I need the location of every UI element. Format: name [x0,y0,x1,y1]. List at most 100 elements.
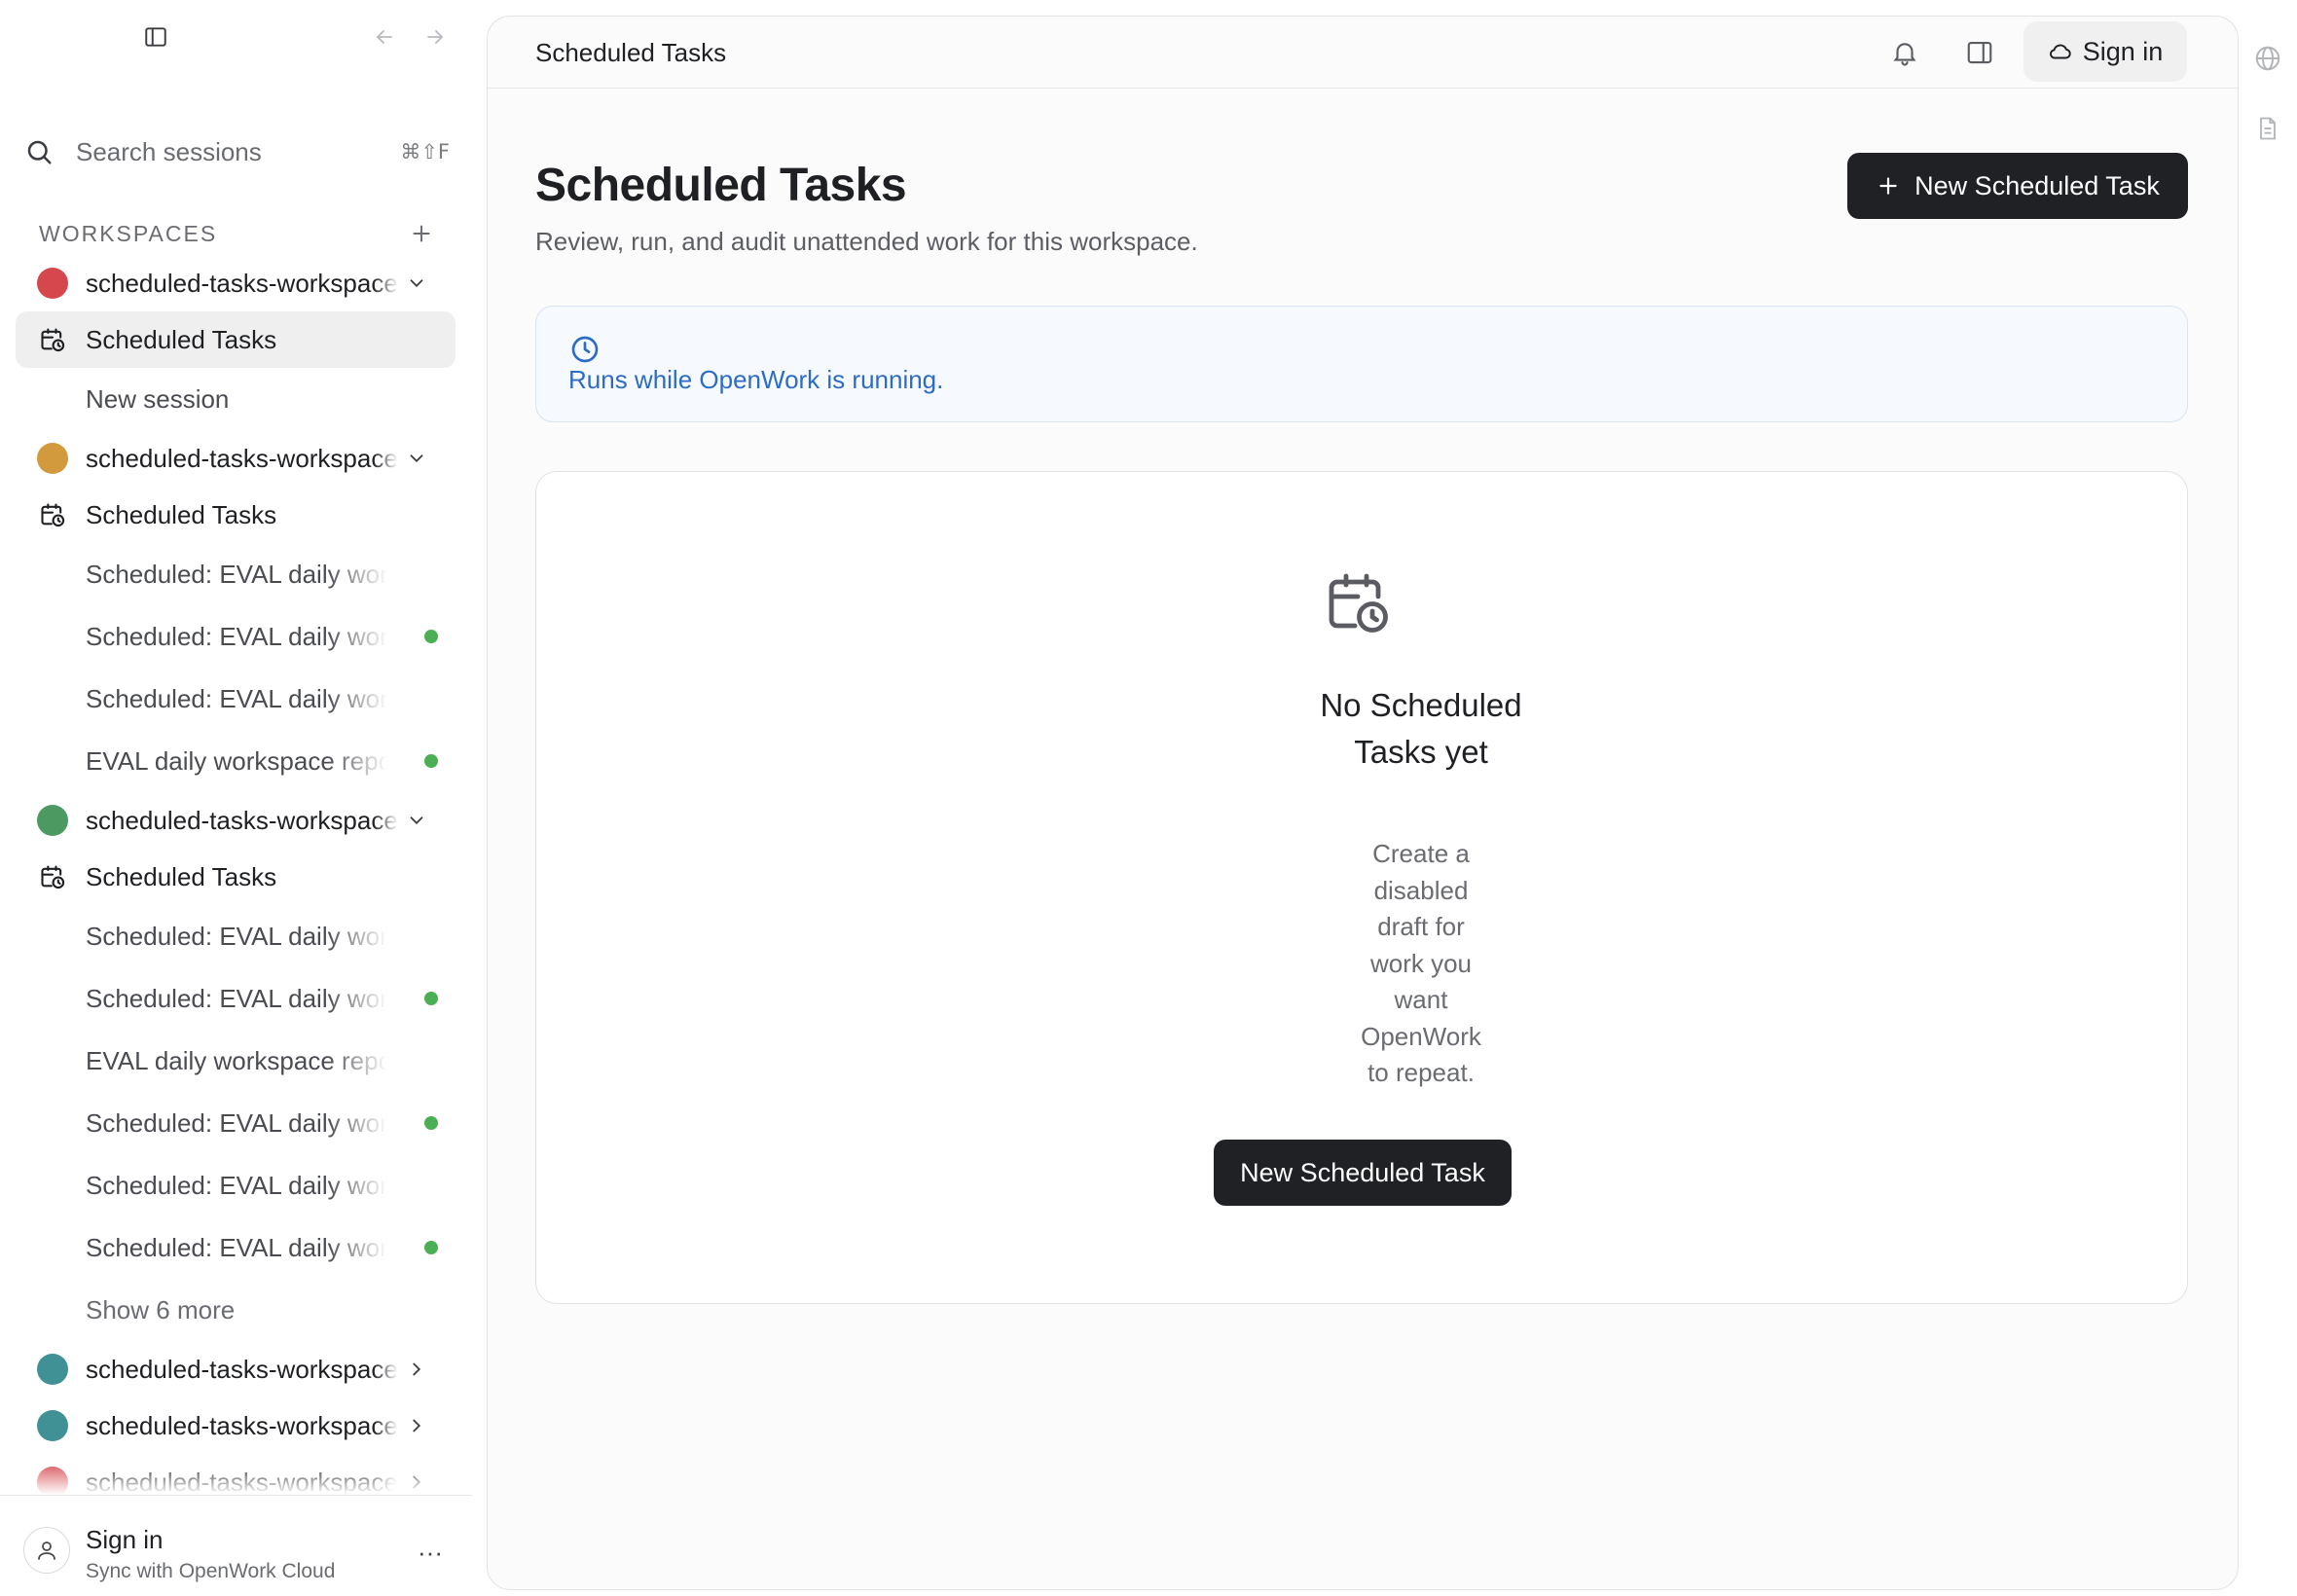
empty-state-new-task-button[interactable]: New Scheduled Task [1214,1140,1512,1206]
footer-signin-label: Sign in [86,1525,164,1554]
session-item[interactable]: New session [16,368,456,430]
workspace-name: scheduled-tasks-workspace [86,805,398,835]
workspace-color-dot [37,443,68,474]
page-subtitle: Review, run, and audit unattended work f… [535,227,1198,256]
sidebar-toolbar [0,18,472,56]
new-scheduled-task-label: New Scheduled Task [1914,170,2160,200]
search-icon [21,134,56,169]
main-panel: Scheduled Tasks Sign in Scheduled Tasks … [487,16,2239,1590]
document-icon[interactable] [2248,109,2287,148]
show-more-button[interactable]: Show 6 more [16,1279,456,1341]
session-label: Scheduled: EVAL daily workspace report [86,983,387,1013]
scheduled-tasks-item[interactable]: Scheduled Tasks [16,311,456,368]
workspace-color-dot [37,805,68,836]
workspace-row[interactable]: scheduled-tasks-workspace [16,1341,456,1397]
status-dot [424,630,438,643]
add-workspace-button[interactable] [405,217,438,250]
sidebar-footer[interactable]: Sign in Sync with OpenWork Cloud ··· [0,1495,472,1596]
panel-right-icon[interactable] [1960,33,1999,72]
session-label: Scheduled: EVAL daily workspace report [86,621,387,651]
scheduled-tasks-label: Scheduled Tasks [86,861,277,891]
empty-state-card: No Scheduled Tasks yet Create a disabled… [535,471,2188,1304]
signin-label: Sign in [2082,36,2164,66]
calendar-clock-icon [1323,567,1393,637]
session-item[interactable]: EVAL daily workspace report [16,1030,456,1092]
workspace-tree: scheduled-tasks-workspace Scheduled Task… [16,255,456,1510]
session-item[interactable]: Scheduled: EVAL daily workspace report [16,543,456,605]
session-item[interactable]: Scheduled: EVAL daily workspace report [16,668,456,730]
workspace-row[interactable]: scheduled-tasks-workspace [16,430,456,487]
globe-icon[interactable] [2248,39,2287,78]
session-item[interactable]: Scheduled: EVAL daily workspace report [16,1216,456,1279]
footer-sync-label: Sync with OpenWork Cloud [86,1560,336,1582]
chevron-right-icon[interactable] [403,1412,430,1439]
sidebar: Search sessions ⌘⇧F WORKSPACES scheduled… [0,0,472,1596]
topbar: Scheduled Tasks Sign in [488,17,2238,89]
workspace-row[interactable]: scheduled-tasks-workspace [16,1397,456,1454]
workspace-name: scheduled-tasks-workspace [86,268,398,298]
plus-icon [1876,173,1901,199]
session-label: Scheduled: EVAL daily workspace report [86,1232,387,1262]
workspace-name: scheduled-tasks-workspace [86,1354,398,1384]
status-dot [424,992,438,1005]
scheduled-tasks-label: Scheduled Tasks [86,499,277,529]
chevron-right-icon[interactable] [403,1356,430,1383]
tree-fade [0,1460,472,1495]
show-more-label: Show 6 more [86,1294,236,1324]
topbar-title: Scheduled Tasks [535,38,727,67]
calendar-clock-icon [37,499,68,530]
session-label: Scheduled: EVAL daily workspace report [86,683,387,713]
session-label: Scheduled: EVAL daily workspace report [86,1170,387,1200]
workspace-row[interactable]: scheduled-tasks-workspace [16,255,456,311]
session-label: Scheduled: EVAL daily workspace report [86,1107,387,1138]
arrow-left-icon[interactable] [365,18,404,56]
status-dot [424,1241,438,1254]
empty-state-description: Create a disabled draft for work you wan… [1361,839,1481,1087]
chevron-down-icon[interactable] [403,807,430,834]
status-dot [424,754,438,768]
calendar-clock-icon [37,861,68,892]
status-dot [424,1116,438,1130]
signin-button[interactable]: Sign in [2024,21,2187,82]
scheduled-tasks-label: Scheduled Tasks [86,324,277,354]
plus-icon [413,225,430,242]
sidebar-toggle-icon[interactable] [136,18,175,56]
chevron-down-icon[interactable] [403,445,430,472]
right-rail [2248,39,2297,179]
session-label: Scheduled: EVAL daily workspace report [86,921,387,951]
session-label: Scheduled: EVAL daily workspace report [86,559,387,589]
scheduled-tasks-item[interactable]: Scheduled Tasks [16,849,456,905]
session-label: EVAL daily workspace report [86,745,387,776]
workspace-name: scheduled-tasks-workspace [86,443,398,473]
session-label: New session [86,383,230,414]
runtime-info-banner: Runs while OpenWork is running. [535,306,2188,422]
workspace-color-dot [37,1410,68,1441]
session-item[interactable]: EVAL daily workspace report [16,730,456,792]
chevron-down-icon[interactable] [403,270,430,297]
workspace-row[interactable]: scheduled-tasks-workspace [16,792,456,849]
workspaces-header: WORKSPACES [39,216,438,251]
more-menu-button[interactable]: ··· [409,1535,452,1570]
scheduled-tasks-item[interactable]: Scheduled Tasks [16,487,456,543]
session-label: EVAL daily workspace report [86,1045,387,1075]
search-label: Search sessions [76,136,262,166]
session-item[interactable]: Scheduled: EVAL daily workspace report [16,1092,456,1154]
session-item[interactable]: Scheduled: EVAL daily workspace report [16,605,456,668]
arrow-right-icon[interactable] [416,18,455,56]
workspace-name: scheduled-tasks-workspace [86,1410,398,1440]
workspaces-title: WORKSPACES [39,220,218,246]
empty-state-title: No Scheduled Tasks yet [1320,687,1522,770]
calendar-clock-icon [37,324,68,355]
user-icon [23,1527,70,1574]
workspace-color-dot [37,268,68,299]
session-item[interactable]: Scheduled: EVAL daily workspace report [16,1154,456,1216]
page-title: Scheduled Tasks [535,160,907,211]
search-sessions[interactable]: Search sessions ⌘⇧F [21,127,450,177]
new-scheduled-task-button[interactable]: New Scheduled Task [1847,153,2188,219]
clock-icon [567,332,602,367]
session-item[interactable]: Scheduled: EVAL daily workspace report [16,905,456,967]
bell-icon[interactable] [1885,33,1924,72]
session-item[interactable]: Scheduled: EVAL daily workspace report [16,967,456,1030]
workspace-color-dot [37,1354,68,1385]
cloud-icon [2048,39,2073,64]
